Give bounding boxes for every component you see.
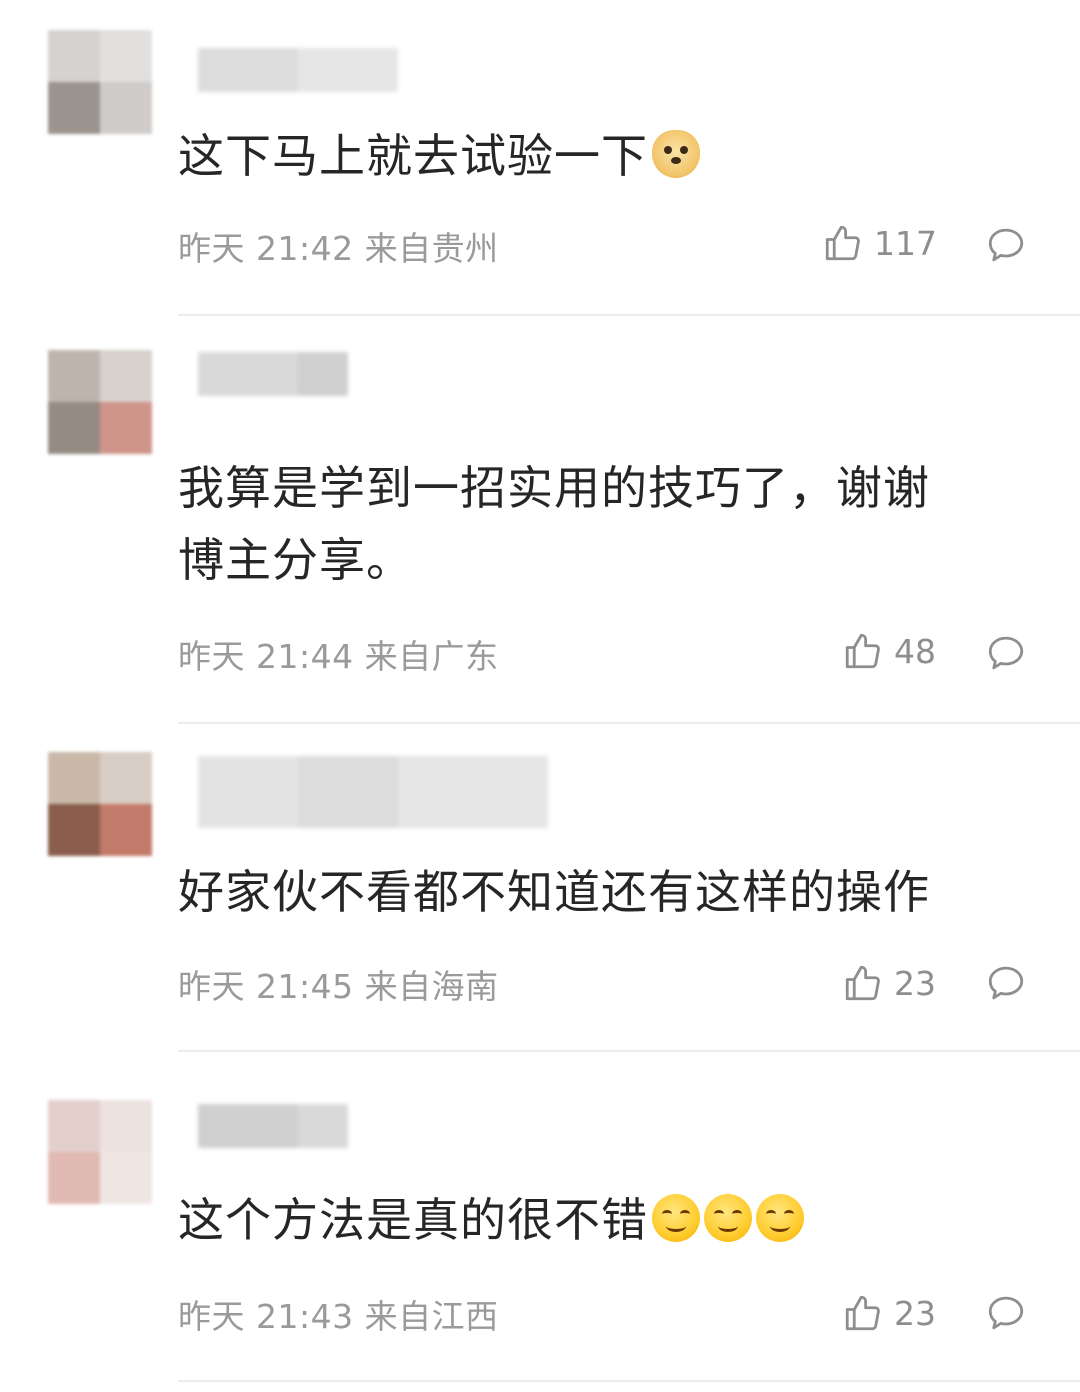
smile-emoji	[756, 1194, 804, 1242]
like-count: 23	[894, 963, 936, 1003]
like-button[interactable]: 23	[842, 962, 936, 1004]
avatar[interactable]	[48, 1100, 152, 1204]
comment-list: 这下马上就去试验一下 昨天 21:42 来自贵州 117 我算是学到一招实用的技…	[0, 0, 1080, 1392]
comment-location: 来自广东	[364, 637, 499, 676]
like-button[interactable]: 117	[822, 222, 937, 264]
divider	[178, 1380, 1080, 1382]
smile-emoji	[704, 1194, 752, 1242]
reply-button[interactable]	[984, 1292, 1028, 1334]
comment-time: 昨天 21:43	[178, 1297, 354, 1336]
comment-text-line: 我算是学到一招实用的技巧了，谢谢	[178, 461, 930, 515]
smile-emoji	[652, 1194, 700, 1242]
comment-location: 来自江西	[364, 1297, 499, 1336]
comment-text-body: 这下马上就去试验一下	[178, 129, 648, 183]
comment-text: 这下马上就去试验一下	[178, 120, 1040, 192]
comment-time: 昨天 21:44	[178, 637, 354, 676]
divider	[178, 1050, 1080, 1052]
doge-emoji	[652, 130, 700, 178]
reply-button[interactable]	[984, 224, 1028, 266]
thumbs-up-icon	[845, 965, 880, 1001]
thumbs-up-icon	[825, 225, 860, 261]
comment-time: 昨天 21:42	[178, 229, 354, 268]
like-button[interactable]: 23	[842, 1292, 936, 1334]
comment-meta: 昨天 21:44 来自广东	[178, 630, 499, 678]
comment-meta: 昨天 21:45 来自海南	[178, 960, 499, 1008]
like-count: 48	[894, 631, 936, 671]
reply-button[interactable]	[984, 962, 1028, 1004]
username[interactable]	[198, 352, 348, 396]
speech-bubble-icon	[988, 636, 1024, 670]
comment-text: 这个方法是真的很不错	[178, 1184, 1040, 1256]
comment-location: 来自贵州	[364, 229, 499, 268]
thumbs-up-icon	[845, 633, 880, 669]
comment-location: 来自海南	[364, 967, 499, 1006]
avatar[interactable]	[48, 30, 152, 134]
speech-bubble-icon	[988, 966, 1024, 1000]
reply-button[interactable]	[984, 632, 1028, 674]
divider	[178, 722, 1080, 724]
like-count: 117	[874, 223, 937, 263]
comment-meta: 昨天 21:42 来自贵州	[178, 222, 499, 270]
speech-bubble-icon	[988, 228, 1024, 262]
comment-text: 好家伙不看都不知道还有这样的操作	[178, 856, 1040, 928]
username[interactable]	[198, 1104, 348, 1148]
comment-text-line: 博主分享。	[178, 533, 413, 587]
avatar[interactable]	[48, 350, 152, 454]
divider	[178, 314, 1080, 316]
speech-bubble-icon	[988, 1296, 1024, 1330]
avatar[interactable]	[48, 752, 152, 856]
comment-text: 我算是学到一招实用的技巧了，谢谢 博主分享。	[178, 452, 1040, 596]
thumbs-up-icon	[845, 1295, 880, 1331]
username[interactable]	[198, 48, 398, 92]
username[interactable]	[198, 756, 548, 828]
comment-text-body: 这个方法是真的很不错	[178, 1193, 648, 1247]
like-button[interactable]: 48	[842, 630, 936, 672]
comment-time: 昨天 21:45	[178, 967, 354, 1006]
comment-meta: 昨天 21:43 来自江西	[178, 1290, 499, 1338]
comment-text-body: 好家伙不看都不知道还有这样的操作	[178, 865, 930, 919]
like-count: 23	[894, 1293, 936, 1333]
